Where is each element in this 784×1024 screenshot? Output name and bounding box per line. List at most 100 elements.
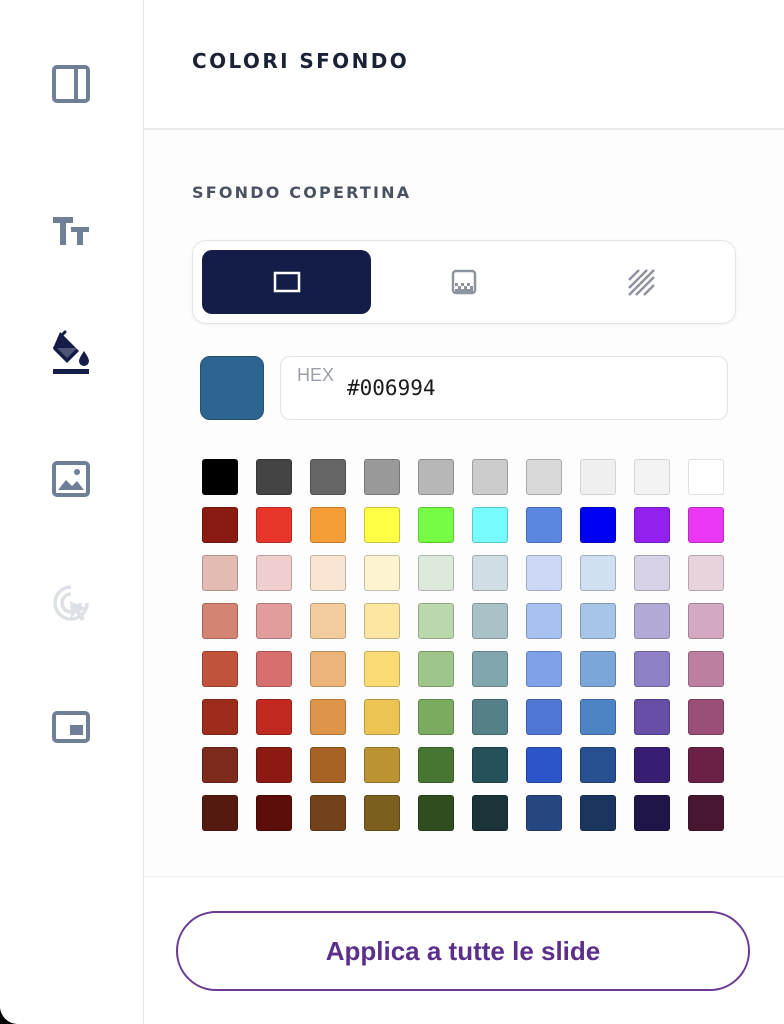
palette-swatch[interactable] xyxy=(202,795,238,831)
palette-swatch[interactable] xyxy=(580,555,616,591)
palette-swatch[interactable] xyxy=(418,747,454,783)
palette-swatch[interactable] xyxy=(364,507,400,543)
palette-swatch[interactable] xyxy=(202,603,238,639)
section-title: SFONDO COPERTINA xyxy=(192,183,412,202)
palette-swatch[interactable] xyxy=(418,459,454,495)
palette-swatch[interactable] xyxy=(580,459,616,495)
palette-swatch[interactable] xyxy=(364,651,400,687)
apply-to-all-slides-button[interactable]: Applica a tutte le slide xyxy=(176,911,750,991)
palette-swatch[interactable] xyxy=(526,699,562,735)
palette-swatch[interactable] xyxy=(472,555,508,591)
palette-swatch[interactable] xyxy=(202,555,238,591)
palette-swatch[interactable] xyxy=(256,555,292,591)
palette-swatch[interactable] xyxy=(418,555,454,591)
text-size-icon xyxy=(53,217,89,245)
palette-swatch[interactable] xyxy=(688,459,724,495)
palette-swatch[interactable] xyxy=(472,603,508,639)
color-palette xyxy=(202,459,742,843)
palette-swatch[interactable] xyxy=(634,795,670,831)
palette-swatch[interactable] xyxy=(364,699,400,735)
palette-swatch[interactable] xyxy=(634,651,670,687)
palette-swatch[interactable] xyxy=(202,459,238,495)
sidebar-item-interaction[interactable] xyxy=(36,568,106,638)
palette-swatch[interactable] xyxy=(364,555,400,591)
palette-swatch[interactable] xyxy=(688,651,724,687)
sidebar-item-picture-in-picture[interactable] xyxy=(36,692,106,762)
palette-swatch[interactable] xyxy=(526,459,562,495)
palette-row xyxy=(202,555,742,603)
palette-swatch[interactable] xyxy=(688,555,724,591)
palette-swatch[interactable] xyxy=(688,699,724,735)
palette-swatch[interactable] xyxy=(364,795,400,831)
palette-swatch[interactable] xyxy=(310,603,346,639)
palette-swatch[interactable] xyxy=(310,651,346,687)
palette-swatch[interactable] xyxy=(310,699,346,735)
palette-swatch[interactable] xyxy=(256,651,292,687)
palette-swatch[interactable] xyxy=(418,699,454,735)
palette-swatch[interactable] xyxy=(418,507,454,543)
palette-swatch[interactable] xyxy=(634,459,670,495)
palette-swatch[interactable] xyxy=(256,795,292,831)
palette-swatch[interactable] xyxy=(580,699,616,735)
palette-swatch[interactable] xyxy=(472,795,508,831)
pattern-stripes-icon xyxy=(627,269,655,296)
palette-swatch[interactable] xyxy=(688,747,724,783)
fill-type-pattern-button[interactable] xyxy=(556,250,725,314)
hex-input[interactable] xyxy=(347,376,687,400)
palette-swatch[interactable] xyxy=(472,747,508,783)
palette-swatch[interactable] xyxy=(310,459,346,495)
palette-swatch[interactable] xyxy=(580,507,616,543)
palette-swatch[interactable] xyxy=(526,555,562,591)
palette-swatch[interactable] xyxy=(256,699,292,735)
palette-swatch[interactable] xyxy=(310,507,346,543)
palette-swatch[interactable] xyxy=(310,555,346,591)
sidebar-item-image[interactable] xyxy=(36,444,106,514)
palette-swatch[interactable] xyxy=(634,699,670,735)
palette-swatch[interactable] xyxy=(472,507,508,543)
palette-swatch[interactable] xyxy=(364,603,400,639)
sidebar-item-layout[interactable] xyxy=(36,49,106,119)
current-color-swatch[interactable] xyxy=(200,356,264,420)
palette-swatch[interactable] xyxy=(526,603,562,639)
palette-swatch[interactable] xyxy=(580,651,616,687)
palette-swatch[interactable] xyxy=(310,747,346,783)
palette-swatch[interactable] xyxy=(364,747,400,783)
palette-swatch[interactable] xyxy=(256,507,292,543)
sidebar-item-text[interactable] xyxy=(36,196,106,266)
palette-swatch[interactable] xyxy=(310,795,346,831)
palette-swatch[interactable] xyxy=(634,555,670,591)
palette-swatch[interactable] xyxy=(526,795,562,831)
palette-swatch[interactable] xyxy=(526,747,562,783)
palette-swatch[interactable] xyxy=(364,459,400,495)
palette-swatch[interactable] xyxy=(526,507,562,543)
palette-swatch[interactable] xyxy=(472,459,508,495)
palette-swatch[interactable] xyxy=(256,747,292,783)
palette-swatch[interactable] xyxy=(202,699,238,735)
palette-swatch[interactable] xyxy=(634,507,670,543)
palette-swatch[interactable] xyxy=(418,651,454,687)
palette-swatch[interactable] xyxy=(634,603,670,639)
palette-swatch[interactable] xyxy=(688,795,724,831)
palette-swatch[interactable] xyxy=(688,507,724,543)
palette-swatch[interactable] xyxy=(202,651,238,687)
fill-type-gradient-button[interactable] xyxy=(379,250,548,314)
hex-field[interactable]: HEX xyxy=(280,356,728,420)
palette-swatch[interactable] xyxy=(688,603,724,639)
palette-swatch[interactable] xyxy=(580,603,616,639)
palette-swatch[interactable] xyxy=(634,747,670,783)
palette-swatch[interactable] xyxy=(526,651,562,687)
fill-type-solid-button[interactable] xyxy=(202,250,371,314)
palette-swatch[interactable] xyxy=(256,603,292,639)
sidebar-item-background[interactable] xyxy=(36,318,106,388)
gradient-icon xyxy=(451,269,476,295)
palette-swatch[interactable] xyxy=(472,699,508,735)
palette-swatch[interactable] xyxy=(256,459,292,495)
palette-swatch[interactable] xyxy=(418,603,454,639)
palette-swatch[interactable] xyxy=(580,747,616,783)
palette-row xyxy=(202,651,742,699)
palette-swatch[interactable] xyxy=(472,651,508,687)
palette-swatch[interactable] xyxy=(418,795,454,831)
palette-swatch[interactable] xyxy=(580,795,616,831)
palette-swatch[interactable] xyxy=(202,747,238,783)
palette-swatch[interactable] xyxy=(202,507,238,543)
